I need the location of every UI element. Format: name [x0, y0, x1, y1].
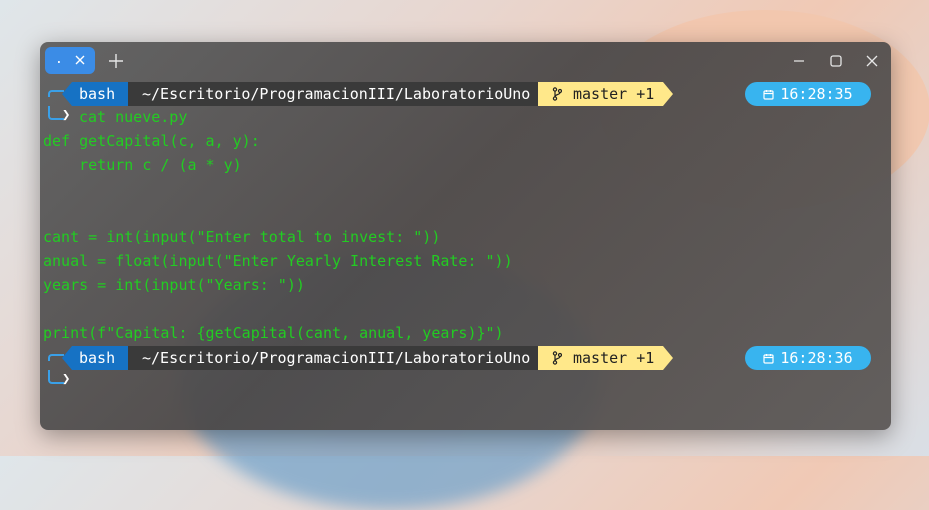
- time-text: 16:28:35: [780, 85, 853, 103]
- output-line: years = int(input("Years: ")): [43, 276, 305, 294]
- output-line: return c / (a * y): [43, 156, 242, 174]
- tab-title: .: [55, 52, 63, 67]
- prompt-line: bash ~/Escritorio/ProgramacionIII/Labora…: [40, 346, 891, 370]
- maximize-icon[interactable]: [829, 54, 843, 68]
- terminal-content[interactable]: bash ~/Escritorio/ProgramacionIII/Labora…: [40, 80, 891, 430]
- output-line: anual = float(input("Enter Yearly Intere…: [43, 252, 513, 270]
- path-segment: ~/Escritorio/ProgramacionIII/Laboratorio…: [128, 346, 538, 370]
- prompt-chevron-icon: ❯: [62, 107, 71, 123]
- prompt-connector: [48, 354, 64, 361]
- path-segment: ~/Escritorio/ProgramacionIII/Laboratorio…: [128, 82, 538, 106]
- time-segment: 16:28:35: [745, 82, 871, 106]
- git-segment: master +1: [538, 346, 663, 370]
- output-line: cant = int(input("Enter total to invest:…: [43, 228, 441, 246]
- terminal-tab[interactable]: .: [45, 47, 95, 74]
- output-line: def getCapital(c, a, y):: [43, 132, 260, 150]
- segment-separator: [663, 82, 673, 106]
- close-window-icon[interactable]: [865, 54, 879, 68]
- time-segment: 16:28:36: [745, 346, 871, 370]
- shell-segment: bash: [62, 346, 128, 370]
- tab-bar: .: [40, 42, 891, 80]
- git-segment: master +1: [538, 82, 663, 106]
- segment-separator: [663, 346, 673, 370]
- git-status: master +1: [573, 85, 655, 103]
- shell-segment: bash: [62, 82, 128, 106]
- git-branch-icon: [552, 87, 562, 101]
- minimize-icon[interactable]: [792, 54, 806, 68]
- close-tab-icon[interactable]: [73, 53, 87, 67]
- time-text: 16:28:36: [780, 349, 853, 367]
- calendar-icon: [763, 89, 774, 100]
- prompt-line: bash ~/Escritorio/ProgramacionIII/Labora…: [40, 82, 891, 106]
- prompt-connector: [48, 90, 64, 97]
- git-status: master +1: [573, 349, 655, 367]
- terminal-window[interactable]: . bash ~/Escritorio/ProgramacionIII/Labo…: [40, 42, 891, 430]
- output-line: print(f"Capital: {getCapital(cant, anual…: [43, 324, 504, 342]
- prompt-chevron-icon: ❯: [62, 371, 71, 387]
- new-tab-icon[interactable]: [108, 53, 124, 69]
- git-branch-icon: [552, 351, 562, 365]
- command-text: cat nueve.py: [79, 108, 188, 126]
- calendar-icon: [763, 353, 774, 364]
